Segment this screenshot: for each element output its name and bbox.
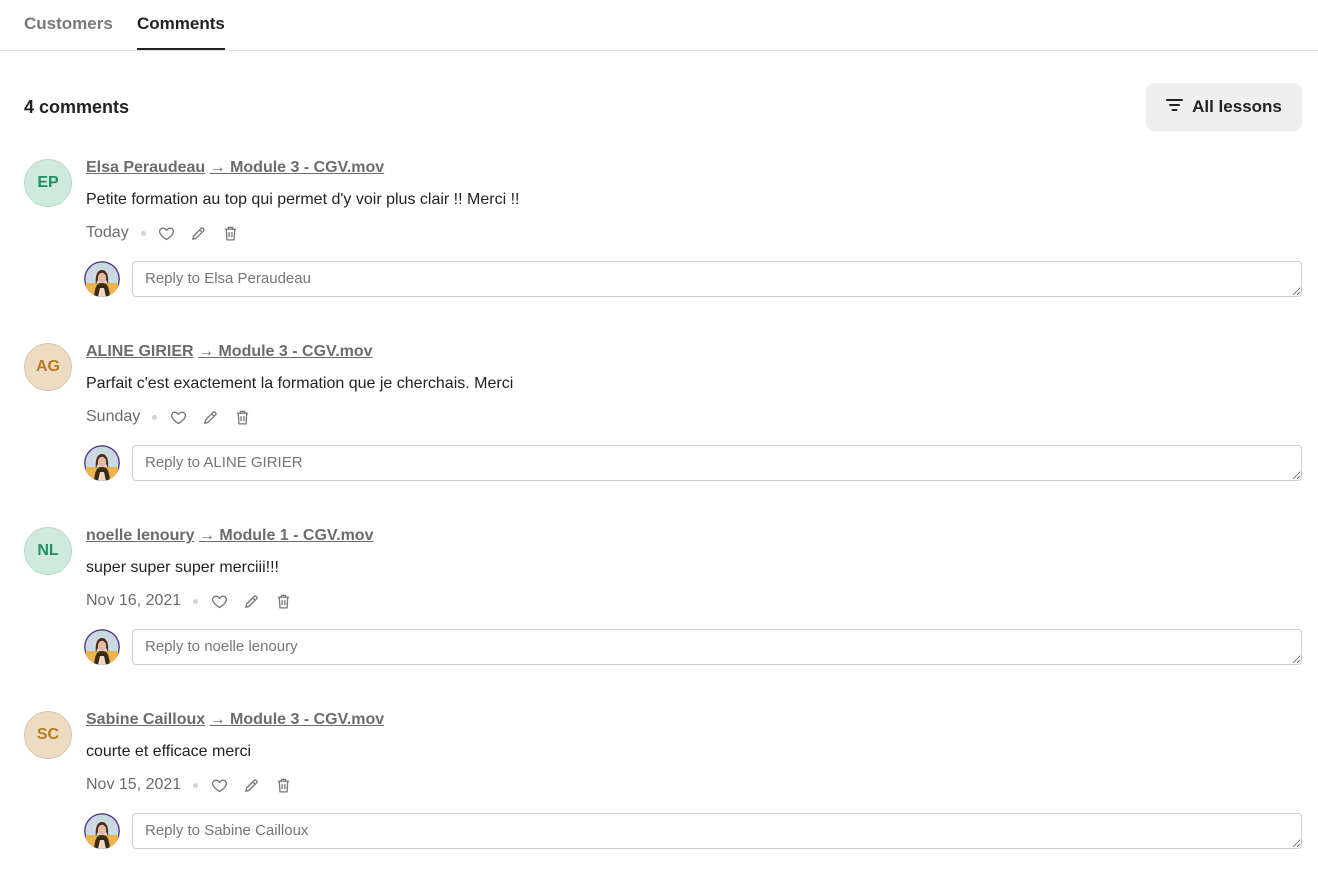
comment-meta: ALINE GIRIER → Module 3 - CGV.mov (86, 343, 373, 361)
comment-item: SC Sabine Cailloux → Module 3 - CGV.mov … (0, 711, 1318, 895)
comment-date: Nov 15, 2021 (86, 776, 182, 793)
lesson-link[interactable]: → Module 3 - CGV.mov (210, 711, 385, 728)
separator-dot (193, 598, 199, 604)
comment-date: Today (86, 224, 129, 241)
pencil-icon[interactable] (190, 224, 208, 242)
current-user-avatar (84, 445, 120, 481)
pencil-icon[interactable] (242, 776, 260, 794)
comment-actions: Today (86, 222, 254, 244)
author-link[interactable]: Sabine Cailloux (86, 711, 205, 728)
comment-date: Sunday (86, 408, 141, 425)
separator-dot (140, 230, 146, 236)
current-user-avatar (84, 813, 120, 849)
comment-date: Nov 16, 2021 (86, 592, 182, 609)
current-user-avatar (84, 629, 120, 665)
separator-dot (193, 782, 199, 788)
lesson-link[interactable]: → Module 3 - CGV.mov (198, 343, 373, 360)
trash-icon[interactable] (274, 776, 292, 794)
tab-customers[interactable]: Customers (24, 14, 113, 50)
lesson-link[interactable]: → Module 1 - CGV.mov (199, 527, 374, 544)
current-user-avatar (84, 261, 120, 297)
author-link[interactable]: Elsa Peraudeau (86, 159, 205, 176)
reply-input[interactable] (132, 629, 1302, 665)
comment-item: AG ALINE GIRIER → Module 3 - CGV.mov Par… (0, 343, 1318, 527)
lesson-filter-label: All lessons (1192, 97, 1282, 116)
reply-row (84, 445, 1302, 481)
reply-input[interactable] (132, 261, 1302, 297)
reply-input[interactable] (132, 445, 1302, 481)
heart-icon[interactable] (210, 776, 228, 794)
lesson-link[interactable]: → Module 3 - CGV.mov (210, 159, 385, 176)
trash-icon[interactable] (274, 592, 292, 610)
pencil-icon[interactable] (242, 592, 260, 610)
comments-header: 4 comments All lessons (0, 83, 1318, 131)
filter-lines-icon (1166, 97, 1184, 117)
heart-icon[interactable] (169, 408, 187, 426)
author-avatar: AG (24, 343, 72, 391)
author-avatar: NL (24, 527, 72, 575)
reply-input[interactable] (132, 813, 1302, 849)
comment-item: EP Elsa Peraudeau → Module 3 - CGV.mov P… (0, 159, 1318, 343)
comment-actions: Sunday (86, 406, 265, 428)
comment-count: 4 comments (24, 97, 130, 117)
author-link[interactable]: noelle lenoury (86, 527, 194, 544)
heart-icon[interactable] (210, 592, 228, 610)
comment-text: Petite formation au top qui permet d'y v… (86, 191, 520, 208)
comment-text: courte et efficace merci (86, 743, 252, 760)
separator-dot (152, 414, 158, 420)
lesson-filter-button[interactable]: All lessons (1146, 83, 1302, 131)
comment-actions: Nov 15, 2021 (86, 774, 306, 796)
comment-actions: Nov 16, 2021 (86, 590, 306, 612)
comment-text: Parfait c'est exactement la formation qu… (86, 375, 514, 392)
comment-text: super super super merciii!!! (86, 559, 279, 576)
comment-item: NL noelle lenoury → Module 1 - CGV.mov s… (0, 527, 1318, 711)
comment-meta: Elsa Peraudeau → Module 3 - CGV.mov (86, 159, 384, 177)
heart-icon[interactable] (158, 224, 176, 242)
reply-row (84, 813, 1302, 849)
reply-row (84, 261, 1302, 297)
pencil-icon[interactable] (201, 408, 219, 426)
author-link[interactable]: ALINE GIRIER (86, 343, 194, 360)
tab-comments[interactable]: Comments (137, 14, 225, 50)
reply-row (84, 629, 1302, 665)
author-avatar: SC (24, 711, 72, 759)
trash-icon[interactable] (233, 408, 251, 426)
author-avatar: EP (24, 159, 72, 207)
comment-meta: noelle lenoury → Module 1 - CGV.mov (86, 527, 373, 545)
trash-icon[interactable] (222, 224, 240, 242)
tab-bar: Customers Comments (0, 0, 1318, 51)
comment-meta: Sabine Cailloux → Module 3 - CGV.mov (86, 711, 384, 729)
